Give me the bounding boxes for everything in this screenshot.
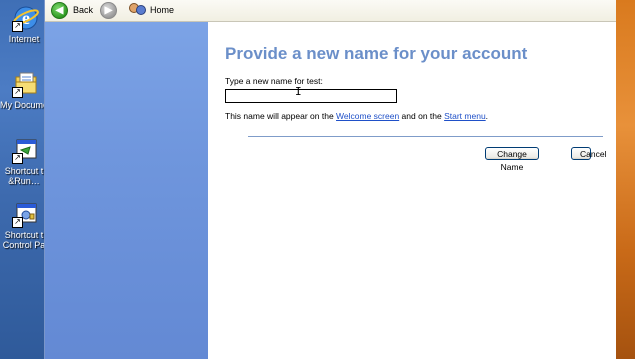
- back-button[interactable]: ◀ Back: [51, 1, 94, 19]
- desktop-icon-label-line1: Shortcut t: [4, 166, 44, 176]
- back-label: Back: [73, 5, 94, 15]
- name-prompt-label: Type a new name for test:: [225, 76, 323, 86]
- info-prefix: This name will appear on the: [225, 111, 337, 121]
- desktop-icon-shortcut-run[interactable]: ↗ Shortcut t &Run…: [0, 136, 48, 186]
- home-label: Home: [150, 5, 175, 15]
- page-title: Provide a new name for your account: [225, 44, 528, 63]
- cancel-button[interactable]: Cancel: [571, 147, 606, 160]
- text-cursor-icon: I: [295, 85, 302, 98]
- main-content: Provide a new name for your account Type…: [208, 22, 616, 359]
- run-shortcut-icon: ↗: [12, 136, 40, 164]
- forward-arrow-icon: ▶: [100, 1, 117, 19]
- info-middle: and on the: [399, 111, 445, 121]
- change-name-button[interactable]: Change Name: [485, 147, 539, 172]
- desktop-background-right: [615, 0, 635, 359]
- info-text: This name will appear on the Welcome scr…: [225, 111, 488, 121]
- shortcut-arrow-icon: ↗: [12, 217, 23, 228]
- divider: [248, 136, 603, 137]
- navigation-toolbar: ◀ Back ▶ Home: [45, 0, 616, 22]
- user-accounts-home-icon: [129, 3, 146, 17]
- desktop-icon-label: My Docume: [0, 100, 48, 110]
- internet-explorer-icon: e ↗: [12, 4, 40, 32]
- user-accounts-window: ◀ Back ▶ Home Provide a new name for you…: [44, 0, 616, 359]
- task-pane: [45, 22, 208, 359]
- desktop-icon-label-line2: Control Pa: [2, 240, 46, 250]
- start-menu-link[interactable]: Start menu: [444, 111, 486, 121]
- desktop-icon-shortcut-control-panel[interactable]: ↗ Shortcut t Control Pa: [0, 200, 48, 250]
- desktop-icon-label-line2: &Run…: [8, 176, 40, 186]
- info-suffix: .: [485, 111, 489, 121]
- home-button[interactable]: Home: [129, 2, 174, 18]
- back-arrow-icon: ◀: [51, 1, 68, 19]
- desktop-icon-label-line1: Shortcut t: [4, 230, 44, 240]
- shortcut-arrow-icon: ↗: [12, 153, 23, 164]
- desktop-icon-label: Internet: [8, 34, 40, 44]
- control-panel-shortcut-icon: ↗: [12, 200, 40, 228]
- shortcut-arrow-icon: ↗: [12, 21, 23, 32]
- desktop-icon-internet[interactable]: e ↗ Internet: [0, 4, 48, 44]
- forward-button[interactable]: ▶: [100, 1, 117, 19]
- desktop: e ↗ Internet ↗ My Docume ↗ Shortcut t &R…: [0, 0, 48, 359]
- shortcut-arrow-icon: ↗: [12, 87, 23, 98]
- welcome-screen-link[interactable]: Welcome screen: [336, 111, 399, 121]
- my-documents-icon: ↗: [12, 70, 40, 98]
- new-name-input[interactable]: [225, 89, 397, 103]
- desktop-icon-my-documents[interactable]: ↗ My Docume: [0, 70, 48, 110]
